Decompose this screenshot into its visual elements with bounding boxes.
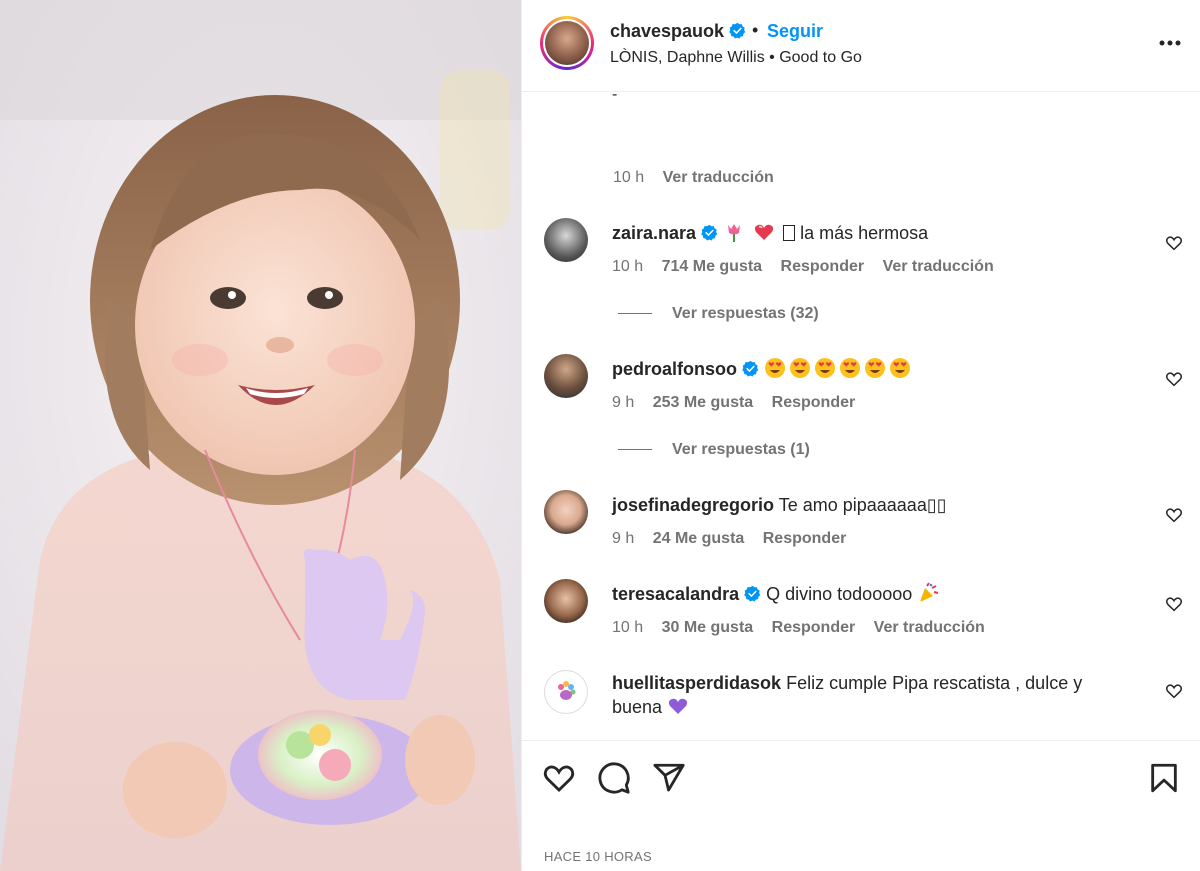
comment-like-heart-icon[interactable] — [1165, 506, 1183, 524]
share-icon[interactable] — [652, 761, 686, 795]
post-timestamp[interactable]: HACE 10 HORAS — [544, 849, 652, 864]
heart-eyes-emoji-row — [764, 358, 914, 379]
comment-text: josefinadegregorio Te amo pipaaaaaa▯▯ — [612, 493, 1132, 517]
heart-eyes-emoji-icon — [890, 358, 911, 378]
commenter-username[interactable]: teresacalandra — [612, 584, 739, 604]
post-header: chavespauok • Seguir LÒNIS, Daphne Willi… — [522, 0, 1200, 92]
verified-badge-icon — [744, 585, 761, 602]
verified-badge-icon — [729, 22, 746, 39]
caption-meta: 10 h Ver traducción — [613, 169, 788, 187]
comment-reply-button[interactable]: Responder — [781, 258, 865, 275]
comment-time[interactable]: 9 h — [612, 394, 634, 411]
replies-divider — [618, 313, 652, 315]
comment-meta: 9 h 24 Me gusta Responder — [612, 530, 860, 548]
comment-body: Q divino todooooo — [766, 584, 913, 604]
comment-reply-button[interactable]: Responder — [772, 394, 856, 411]
post-actions-bar: HACE 10 HORAS — [522, 740, 1200, 871]
author-avatar[interactable] — [540, 16, 594, 70]
comment-reply-button[interactable]: Responder — [763, 530, 847, 547]
commenter-username[interactable]: zaira.nara — [612, 223, 696, 243]
commenter-avatar[interactable] — [544, 670, 588, 714]
caption-time[interactable]: 10 h — [613, 169, 644, 186]
heart-icon[interactable] — [542, 761, 576, 795]
comment-text: pedroalfonsoo — [612, 357, 1132, 381]
post-details-panel: chavespauok • Seguir LÒNIS, Daphne Willi… — [521, 0, 1200, 871]
comment-text: huellitasperdidasok Feliz cumple Pipa re… — [612, 671, 1132, 719]
comment-like-heart-icon[interactable] — [1165, 682, 1183, 700]
post-photo[interactable] — [0, 0, 521, 871]
comment-body: Te amo pipaaaaaa▯▯ — [778, 495, 947, 515]
comment-meta: 10 h 714 Me gusta Responder Ver traducci… — [612, 258, 1008, 276]
comment-likes[interactable]: 24 Me gusta — [653, 530, 745, 547]
commenter-username[interactable]: huellitasperdidasok — [612, 673, 781, 693]
comment-text: zaira.nara la más hermosa — [612, 221, 1132, 245]
comment-likes[interactable]: 714 Me gusta — [662, 258, 762, 275]
bookmark-icon[interactable] — [1147, 761, 1181, 795]
comment-time[interactable]: 10 h — [612, 258, 643, 275]
comment-translate-link[interactable]: Ver traducción — [883, 258, 994, 275]
heart-eyes-emoji-icon — [790, 358, 811, 378]
purple-heart-emoji-icon — [668, 698, 688, 714]
comment-meta: 9 h 253 Me gusta Responder — [612, 394, 869, 412]
comment-reply-button[interactable]: Responder — [772, 619, 856, 636]
replies-divider — [618, 449, 652, 451]
missing-glyph-icon — [783, 225, 796, 241]
commenter-username[interactable]: pedroalfonsoo — [612, 359, 737, 379]
author-username-text[interactable]: chavespauok — [610, 21, 724, 41]
comment-icon[interactable] — [597, 761, 631, 795]
audio-track[interactable]: LÒNIS, Daphne Willis • Good to Go — [610, 49, 862, 67]
view-replies-button[interactable]: Ver respuestas (1) — [618, 441, 810, 459]
heart-eyes-emoji-icon — [840, 358, 861, 378]
follow-button[interactable]: Seguir — [767, 21, 823, 42]
heart-eyes-emoji-icon — [815, 358, 836, 378]
photo-girl-with-cat-candy — [0, 0, 521, 871]
commenter-avatar[interactable] — [544, 579, 588, 623]
commenter-avatar[interactable] — [544, 490, 588, 534]
caption-translate-link[interactable]: Ver traducción — [663, 169, 774, 186]
comment-like-heart-icon[interactable] — [1165, 370, 1183, 388]
comment-time[interactable]: 9 h — [612, 530, 634, 547]
comment-time[interactable]: 10 h — [612, 619, 643, 636]
heart-eyes-emoji-icon — [765, 358, 786, 378]
party-popper-emoji-icon — [920, 582, 939, 602]
caption-text: - — [612, 86, 618, 103]
author-username[interactable]: chavespauok — [610, 21, 746, 42]
view-replies-label[interactable]: Ver respuestas (32) — [672, 305, 819, 322]
header-separator: • — [752, 20, 759, 40]
commenter-username[interactable]: josefinadegregorio — [612, 495, 774, 515]
heart-eyes-emoji-icon — [865, 358, 886, 378]
author-avatar-image — [545, 21, 589, 65]
comment-translate-link[interactable]: Ver traducción — [874, 619, 985, 636]
verified-badge-icon — [701, 224, 718, 241]
commenter-avatar[interactable] — [544, 354, 588, 398]
comment-meta: 10 h 30 Me gusta Responder Ver traducció… — [612, 619, 999, 637]
comment-body: la más hermosa — [800, 223, 929, 243]
comment-likes[interactable]: 30 Me gusta — [662, 619, 754, 636]
commenter-avatar[interactable] — [544, 218, 588, 262]
comment-like-heart-icon[interactable] — [1165, 234, 1183, 252]
heart-emoji-icon — [754, 224, 774, 240]
tulip-emoji-icon — [728, 224, 741, 242]
comment-like-heart-icon[interactable] — [1165, 595, 1183, 613]
paw-logo-icon — [558, 681, 576, 700]
verified-badge-icon — [742, 360, 759, 377]
comment-text: teresacalandra Q divino todooooo — [612, 582, 1132, 606]
comment-likes[interactable]: 253 Me gusta — [653, 394, 753, 411]
view-replies-button[interactable]: Ver respuestas (32) — [618, 305, 819, 323]
view-replies-label[interactable]: Ver respuestas (1) — [672, 441, 810, 458]
more-options-icon[interactable] — [1157, 30, 1183, 56]
